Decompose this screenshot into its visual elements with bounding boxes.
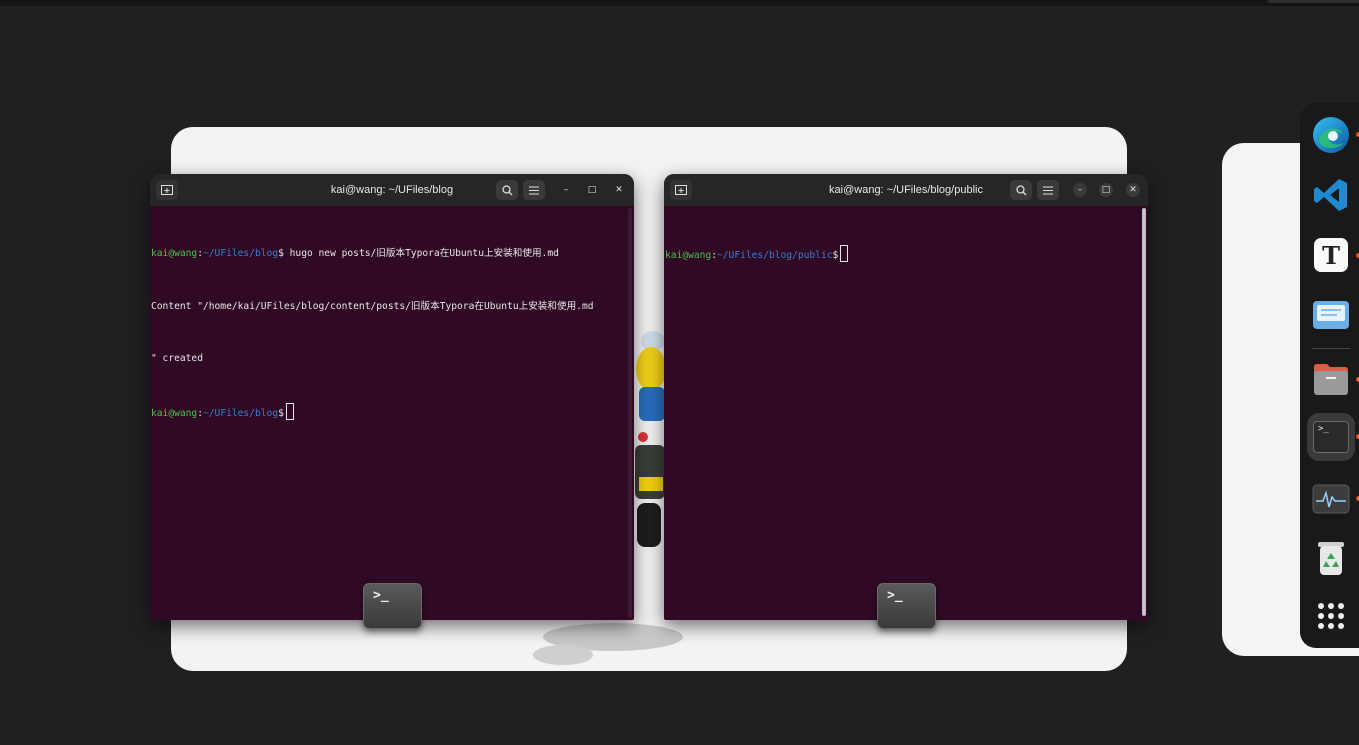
- terminal-app-icon: >_: [363, 583, 422, 629]
- system-monitor-icon[interactable]: [1307, 475, 1355, 523]
- terminal-app-icon: >_: [877, 583, 936, 629]
- maximize-button[interactable]: □: [1099, 183, 1113, 197]
- scrollbar[interactable]: [628, 208, 632, 618]
- trash-icon[interactable]: [1307, 534, 1355, 582]
- terminal-window-left[interactable]: kai@wang: ~/UFiles/blog – □ ✕ kai@wang:~…: [150, 174, 634, 620]
- hamburger-menu-icon[interactable]: [523, 180, 545, 200]
- terminal-headerbar[interactable]: kai@wang: ~/UFiles/blog/public – □ ✕: [664, 174, 1148, 206]
- close-button[interactable]: ✕: [612, 183, 626, 197]
- terminal-output[interactable]: kai@wang:~/UFiles/blog/public$: [664, 210, 1148, 620]
- terminal-line: kai@wang:~/UFiles/blog/public$: [665, 245, 1148, 263]
- terminal-window-right[interactable]: kai@wang: ~/UFiles/blog/public – □ ✕ kai…: [664, 174, 1148, 620]
- search-icon[interactable]: [496, 180, 518, 200]
- terminal-icon-frame: >_: [1313, 421, 1349, 453]
- microsoft-edge-icon[interactable]: [1307, 111, 1355, 159]
- terminal-line: kai@wang:~/UFiles/blog$: [151, 402, 634, 421]
- mail-icon[interactable]: [1307, 291, 1355, 339]
- vscode-icon[interactable]: [1307, 171, 1355, 219]
- minimize-button[interactable]: –: [559, 183, 573, 197]
- wallpaper-shadow: [533, 623, 683, 665]
- text-cursor: [840, 245, 849, 262]
- maximize-button[interactable]: □: [585, 183, 599, 197]
- top-bar: [0, 0, 1359, 6]
- typora-letter: T: [1314, 238, 1348, 272]
- terminal-line: " created: [151, 353, 203, 364]
- terminal-output[interactable]: kai@wang:~/UFiles/blog$ hugo new posts/旧…: [150, 210, 634, 620]
- terminal-line: kai@wang:~/UFiles/blog$ hugo new posts/旧…: [151, 248, 559, 259]
- terminal-icon[interactable]: >_: [1307, 413, 1355, 461]
- top-bar-corner: [1267, 0, 1359, 3]
- wallpaper-figure: [635, 331, 666, 547]
- dock: T >_: [1300, 103, 1359, 648]
- minimize-button[interactable]: –: [1073, 183, 1087, 197]
- files-icon[interactable]: [1307, 355, 1355, 403]
- hamburger-menu-icon[interactable]: [1037, 180, 1059, 200]
- app-grid-icon[interactable]: [1307, 592, 1355, 640]
- text-cursor: [285, 402, 294, 420]
- search-icon[interactable]: [1010, 180, 1032, 200]
- close-button[interactable]: ✕: [1126, 183, 1140, 197]
- typora-icon[interactable]: T: [1307, 231, 1355, 279]
- terminal-line: Content "/home/kai/UFiles/blog/content/p…: [151, 300, 594, 312]
- dock-separator: [1312, 348, 1350, 349]
- scrollbar[interactable]: [1142, 208, 1146, 616]
- terminal-headerbar[interactable]: kai@wang: ~/UFiles/blog – □ ✕: [150, 174, 634, 206]
